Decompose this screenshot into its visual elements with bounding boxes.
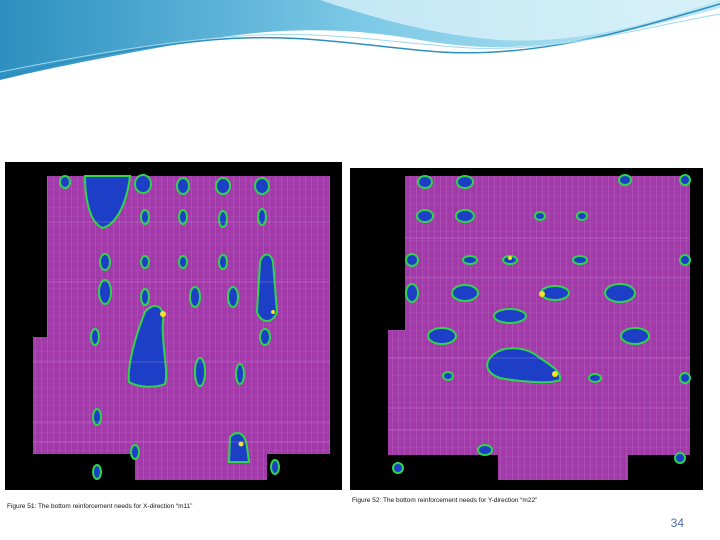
figure-m11-contour-plot bbox=[5, 162, 342, 490]
figure-caption: Figure 51: The bottom reinforcement need… bbox=[7, 503, 193, 510]
m11-contour-svg bbox=[5, 162, 342, 490]
figure-m22-contour-plot bbox=[350, 168, 703, 490]
header-wave-decoration bbox=[0, 0, 720, 80]
m22-contour-svg bbox=[350, 168, 703, 490]
page-number: 34 bbox=[670, 516, 684, 530]
figure-caption: Figure 52: The bottom reinforcement need… bbox=[352, 497, 538, 504]
